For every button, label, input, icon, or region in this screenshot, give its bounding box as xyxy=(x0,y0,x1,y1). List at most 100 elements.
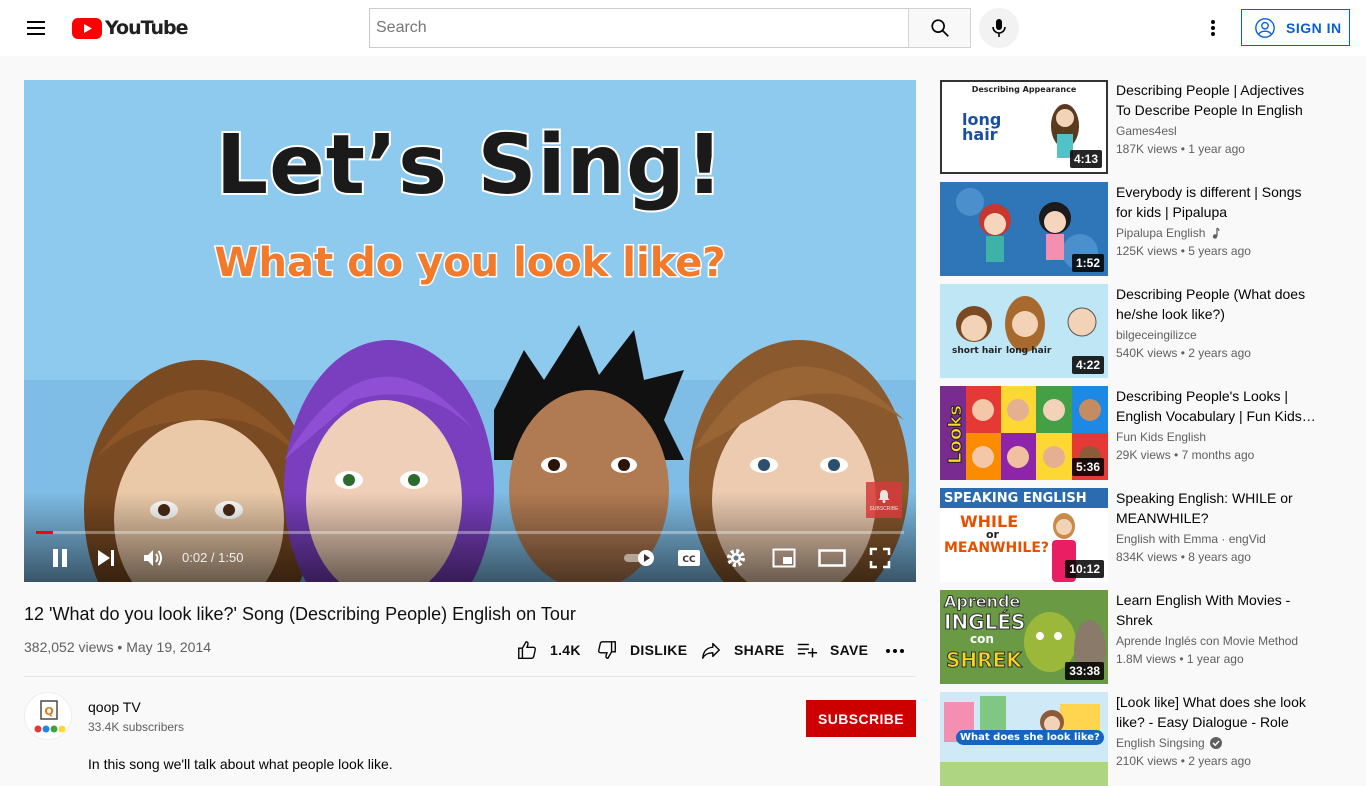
video-thumbnail[interactable]: SPEAKING ENGLISH WHILE or MEANWHILE? 10:… xyxy=(940,488,1108,582)
duration-badge: 10:12 xyxy=(1065,560,1104,578)
fullscreen-icon xyxy=(869,547,891,569)
menu-icon[interactable] xyxy=(24,18,48,38)
masthead: YouTube SIGN IN xyxy=(0,0,1366,56)
video-thumbnail[interactable]: 1:52 xyxy=(940,182,1108,276)
save-label: SAVE xyxy=(830,642,869,658)
youtube-logo[interactable]: YouTube xyxy=(72,16,188,40)
like-button[interactable]: 1.4K xyxy=(516,636,581,664)
recommendation-title[interactable]: Everybody is different | Songs for kids … xyxy=(1116,182,1316,222)
thumbnail-text: MEANWHILE? xyxy=(944,540,1050,556)
recommendation-item[interactable]: SPEAKING ENGLISH WHILE or MEANWHILE? 10:… xyxy=(940,488,1342,582)
channel-label: Games4esl xyxy=(1116,124,1177,138)
share-icon xyxy=(702,642,720,659)
mute-button[interactable] xyxy=(138,544,168,572)
sign-in-button[interactable]: SIGN IN xyxy=(1241,9,1350,46)
playlist-add-icon xyxy=(797,643,818,658)
recommendation-title[interactable]: [Look like] What does she look like? - E… xyxy=(1116,692,1316,732)
share-label: SHARE xyxy=(734,642,785,658)
video-player[interactable]: Let’s Sing! What do you look like? SUBSC… xyxy=(24,80,916,582)
recommendation-item[interactable]: Describing Appearance long hair 4:13 Des… xyxy=(940,80,1342,174)
thumbnail-text: long hair xyxy=(1006,346,1052,356)
captions-button[interactable]: CC xyxy=(674,544,704,572)
duration-badge: 4:22 xyxy=(1071,356,1104,374)
view-count: 382,052 views xyxy=(24,639,114,655)
recommendation-title[interactable]: Speaking English: WHILE or MEANWHILE? xyxy=(1116,488,1316,528)
video-thumbnail[interactable]: What does she look like? xyxy=(940,692,1108,786)
recommendation-channel: Pipalupa English xyxy=(1116,226,1221,240)
next-button[interactable] xyxy=(92,544,120,572)
progress-played xyxy=(36,531,54,534)
autoplay-toggle[interactable] xyxy=(620,544,660,572)
video-thumbnail[interactable]: Looks 5:36 xyxy=(940,386,1108,480)
recommendation-channel: English Singsing xyxy=(1116,736,1222,750)
recommendation-item[interactable]: short hair long hair 4:22 Describing Peo… xyxy=(940,284,1342,378)
recommendation-title[interactable]: Describing People's Looks | English Voca… xyxy=(1116,386,1316,426)
recommendation-item[interactable]: 1:52 Everybody is different | Songs for … xyxy=(940,182,1342,276)
views-label: 834K views xyxy=(1116,550,1178,564)
thumbnail-text: SHREK xyxy=(946,648,1023,673)
video-stats: 382,052 views • May 19, 2014 xyxy=(24,639,212,655)
views-label: 125K views xyxy=(1116,244,1178,258)
settings-more-button[interactable] xyxy=(1197,12,1229,44)
skip-next-icon xyxy=(98,550,114,566)
recommendation-item[interactable]: What does she look like? [Look like] Wha… xyxy=(940,692,1342,786)
pause-button[interactable] xyxy=(46,544,74,572)
more-actions-button[interactable] xyxy=(884,636,906,664)
settings-button[interactable] xyxy=(721,544,751,572)
share-button[interactable]: SHARE xyxy=(700,636,785,664)
recommendation-meta: 187K views • 1 year ago xyxy=(1116,142,1245,156)
dislike-button[interactable]: DISLIKE xyxy=(596,636,687,664)
recommendation-item[interactable]: Looks 5:36 Describing People's Looks | E… xyxy=(940,386,1342,480)
miniplayer-button[interactable] xyxy=(769,544,799,572)
recommendation-meta: 1.8M views • 1 year ago xyxy=(1116,652,1244,666)
recommendation-meta: 29K views • 7 months ago xyxy=(1116,448,1255,462)
video-thumbnail[interactable]: Describing Appearance long hair 4:13 xyxy=(940,80,1108,174)
current-time: 0:02 xyxy=(182,550,208,565)
miniplayer-icon xyxy=(772,548,796,568)
thumbnail-text: INGLÉS xyxy=(943,610,1026,635)
recommendation-meta: 210K views • 2 years ago xyxy=(1116,754,1251,768)
views-label: 187K views xyxy=(1116,142,1178,156)
voice-search-button[interactable] xyxy=(979,8,1019,48)
views-label: 29K views xyxy=(1116,448,1171,462)
video-thumbnail[interactable]: Aprende INGLÉS con SHREK 33:38 xyxy=(940,590,1108,684)
volume-icon xyxy=(144,550,162,566)
search-input[interactable] xyxy=(369,8,908,48)
thumbnail-text: short hair xyxy=(952,346,1002,356)
recommendation-title[interactable]: Learn English With Movies - Shrek xyxy=(1116,590,1316,630)
recommendation-title[interactable]: Describing People | Adjectives To Descri… xyxy=(1116,80,1316,120)
search-box xyxy=(369,8,971,48)
recommendation-title[interactable]: Describing People (What does he/she look… xyxy=(1116,284,1316,324)
search-button[interactable] xyxy=(908,8,971,48)
video-thumbnail[interactable]: short hair long hair 4:22 xyxy=(940,284,1108,378)
channel-name[interactable]: qoop TV xyxy=(88,699,141,715)
save-button[interactable]: SAVE xyxy=(796,636,868,664)
like-count: 1.4K xyxy=(550,642,581,658)
progress-bar[interactable] xyxy=(36,531,904,534)
channel-label: Aprende Inglés con Movie Method xyxy=(1116,634,1299,648)
recommendation-item[interactable]: Aprende INGLÉS con SHREK 33:38 Learn Eng… xyxy=(940,590,1342,684)
search-icon xyxy=(930,19,949,37)
subscribe-watermark[interactable]: SUBSCRIBE xyxy=(866,482,902,518)
channel-label: Fun Kids English xyxy=(1116,430,1207,444)
fullscreen-button[interactable] xyxy=(865,544,895,572)
microphone-icon xyxy=(992,19,1006,37)
info-divider xyxy=(24,676,916,677)
recommendation-channel: Games4esl xyxy=(1116,124,1177,138)
verified-icon xyxy=(1209,737,1222,749)
autoplay-icon xyxy=(624,550,654,566)
channel-avatar[interactable]: Q xyxy=(24,692,72,740)
thumbs-down-icon xyxy=(598,641,616,659)
thumbnail-text: Aprende xyxy=(943,592,1021,612)
channel-label: English with Emma · engVid xyxy=(1116,532,1266,546)
subscribe-button[interactable]: SUBSCRIBE xyxy=(806,700,916,737)
sign-in-label: SIGN IN xyxy=(1286,19,1342,36)
logo-text: YouTube xyxy=(105,17,188,39)
gear-icon xyxy=(727,549,745,567)
recommendation-channel: Aprende Inglés con Movie Method xyxy=(1116,634,1298,648)
channel-label: Pipalupa English xyxy=(1116,226,1206,240)
theater-mode-button[interactable] xyxy=(816,544,848,572)
age-label: 2 years ago xyxy=(1188,754,1251,768)
pause-icon xyxy=(53,549,67,567)
svg-text:CC: CC xyxy=(682,555,696,565)
